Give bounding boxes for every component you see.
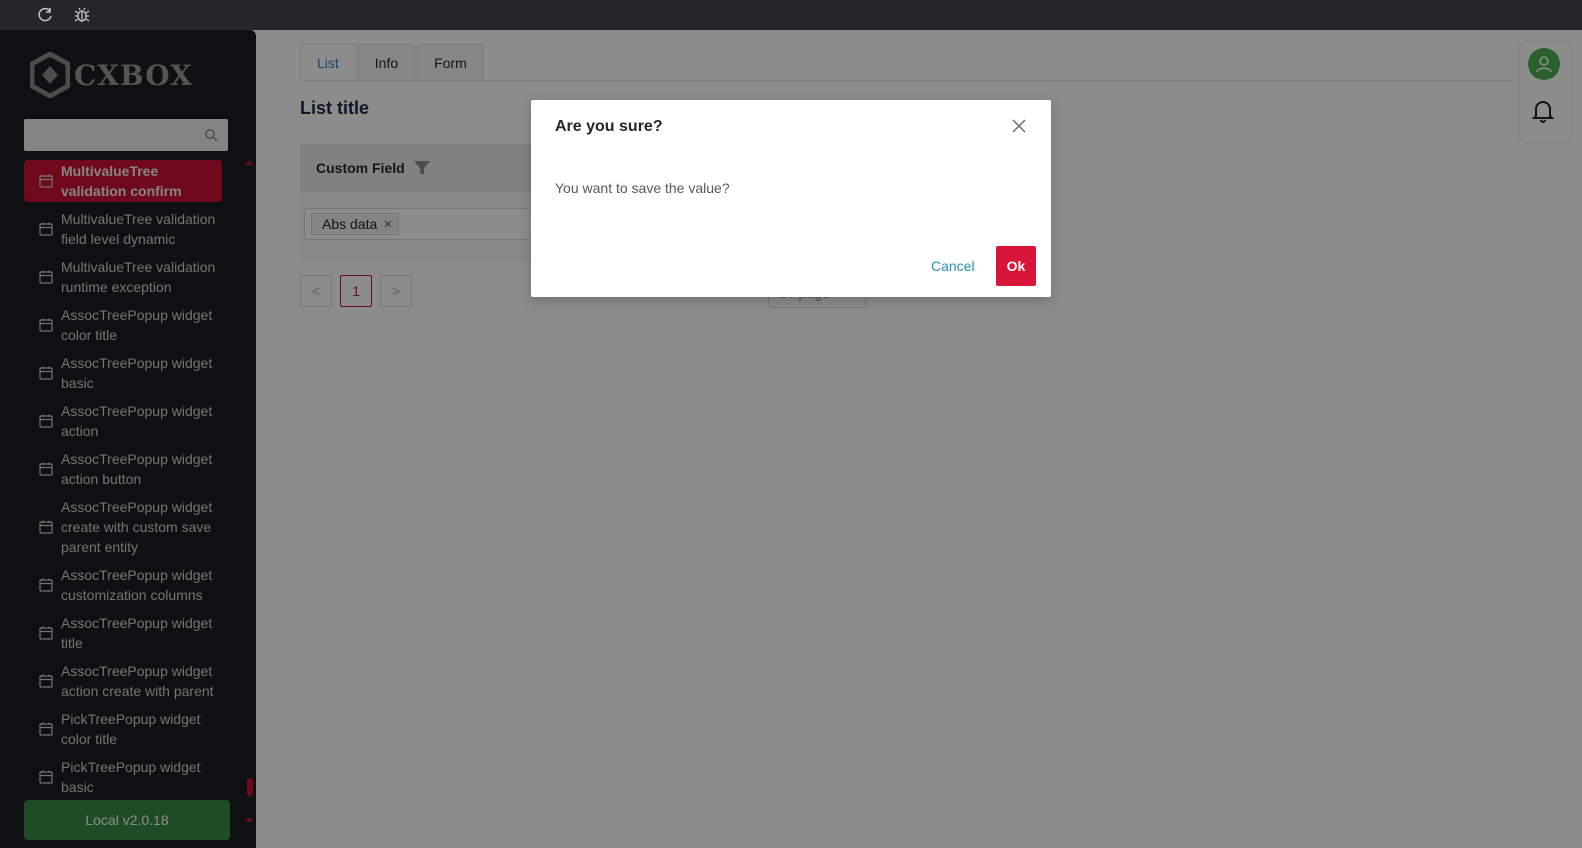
- refresh-icon[interactable]: [36, 6, 54, 24]
- dialog-title: Are you sure?: [555, 118, 663, 135]
- close-icon[interactable]: [1011, 118, 1027, 134]
- dialog-message: You want to save the value?: [555, 180, 730, 196]
- bug-icon[interactable]: [73, 6, 91, 24]
- cancel-button[interactable]: Cancel: [923, 246, 983, 286]
- ok-button[interactable]: Ok: [996, 246, 1036, 286]
- confirm-dialog: Are you sure? You want to save the value…: [531, 100, 1051, 297]
- top-bar: [0, 0, 1582, 30]
